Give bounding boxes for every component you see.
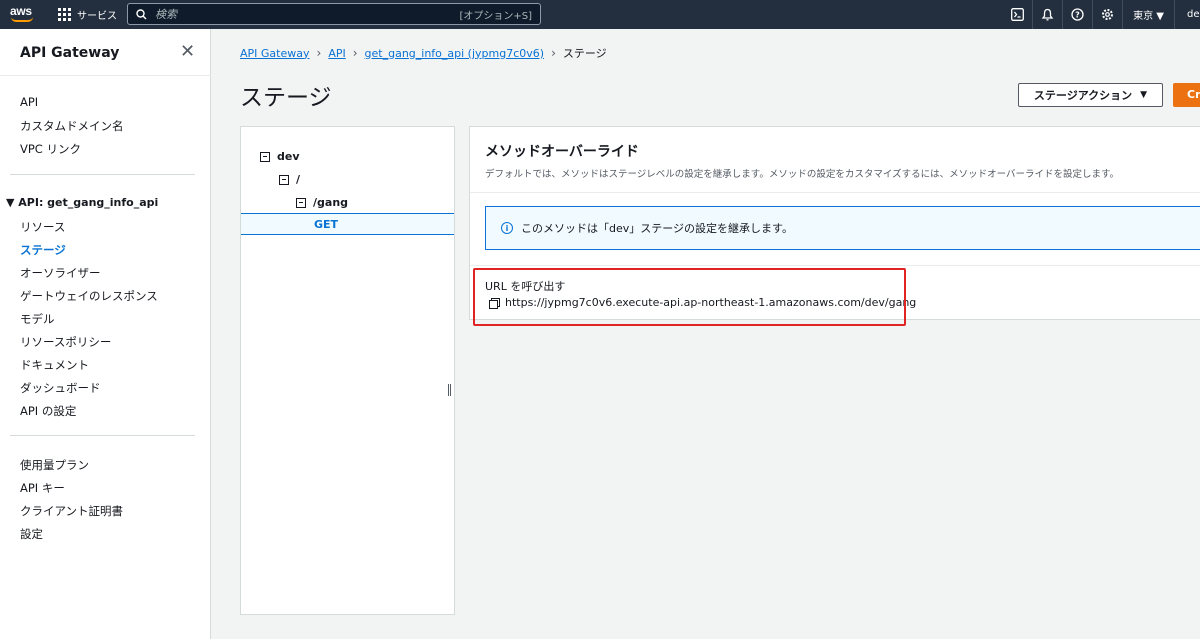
services-menu-button[interactable]: サービス [58, 0, 117, 29]
sidebar-item-resource-policy[interactable]: リソースポリシー [20, 334, 111, 350]
sidebar-title: API Gateway [20, 45, 120, 61]
create-button[interactable]: Cr [1173, 83, 1200, 107]
region-selector[interactable]: 東京 ▼ [1122, 0, 1174, 29]
tree-method-label: GET [314, 218, 339, 231]
aws-logo[interactable]: aws [10, 4, 36, 24]
sidebar-item-resources[interactable]: リソース [20, 219, 65, 235]
sidebar-item-authorizers[interactable]: オーソライザー [20, 265, 101, 281]
nav-right-group: ? 東京 ▼ dev [1002, 0, 1200, 29]
sidebar-item-settings[interactable]: 設定 [20, 526, 43, 542]
collapse-icon[interactable] [296, 197, 306, 208]
cloudshell-icon[interactable] [1002, 0, 1032, 29]
sidebar-divider [0, 75, 211, 76]
info-alert: i このメソッドは「dev」ステージの設定を継承します。 [485, 206, 1200, 250]
sidebar-item-api-keys[interactable]: API キー [20, 480, 65, 496]
bell-icon[interactable] [1032, 0, 1062, 29]
tree-node-root[interactable]: / [279, 173, 300, 186]
account-menu[interactable]: dev [1174, 0, 1200, 29]
top-navigation: aws サービス 検索 [オプション+S] ? 東京 ▼ dev [0, 0, 1200, 29]
sidebar-group-api[interactable]: ▼ API: get_gang_info_api [6, 196, 158, 209]
info-icon: i [501, 222, 513, 234]
sidebar-item-gateway-responses[interactable]: ゲートウェイのレスポンス [20, 288, 158, 304]
sidebar-item-documentation[interactable]: ドキュメント [20, 357, 89, 373]
tree-stage-label: dev [277, 150, 300, 163]
sidebar-item-custom-domain[interactable]: カスタムドメイン名 [20, 118, 124, 134]
close-icon[interactable]: ✕ [180, 41, 195, 62]
tree-root-label: / [296, 173, 301, 186]
panel-title: メソッドオーバーライド [485, 144, 639, 160]
sidebar-item-usage-plans[interactable]: 使用量プラン [20, 457, 89, 473]
panel-resize-handle[interactable] [448, 384, 451, 396]
search-input[interactable]: 検索 [オプション+S] [127, 3, 541, 25]
breadcrumb-api[interactable]: API [328, 47, 345, 60]
sidebar-separator [10, 174, 195, 175]
chevron-right-icon: › [316, 46, 322, 60]
aws-smile-icon [11, 17, 33, 22]
gear-icon[interactable] [1092, 0, 1122, 29]
panel-description: デフォルトでは、メソッドはステージレベルの設定を継承します。メソッドの設定をカス… [485, 169, 1120, 180]
stage-actions-button[interactable]: ステージアクション ▼ [1018, 83, 1163, 107]
sidebar-separator [10, 435, 195, 436]
sidebar-item-client-certificates[interactable]: クライアント証明書 [20, 503, 123, 519]
aws-logo-text: aws [10, 4, 32, 18]
chevron-right-icon: › [551, 46, 556, 60]
services-label: サービス [77, 11, 117, 22]
sidebar-item-api-settings[interactable]: API の設定 [20, 403, 76, 419]
search-shortcut: [オプション+S] [459, 10, 532, 22]
help-icon[interactable]: ? [1062, 0, 1092, 29]
annotation-highlight-box [473, 268, 906, 326]
grid-icon [58, 8, 71, 21]
sidebar-item-dashboard[interactable]: ダッシュボード [20, 380, 101, 396]
tree-node-method-selected[interactable]: GET [241, 213, 454, 235]
sidebar: API Gateway ✕ API カスタムドメイン名 VPC リンク ▼ AP… [0, 29, 211, 639]
stage-actions-label: ステージアクション [1033, 89, 1133, 102]
tree-node-stage[interactable]: dev [260, 150, 300, 163]
chevron-right-icon: › [352, 46, 358, 60]
collapse-icon[interactable] [279, 174, 289, 185]
svg-text:?: ? [1075, 10, 1080, 19]
sidebar-item-models[interactable]: モデル [20, 311, 55, 327]
panel-divider [470, 192, 1200, 193]
search-placeholder: 検索 [155, 8, 177, 21]
panel-divider [470, 265, 1200, 266]
breadcrumb-api-gateway[interactable]: API Gateway [240, 47, 310, 60]
breadcrumb: API Gateway › API › get_gang_info_api (j… [240, 45, 607, 61]
sidebar-item-api[interactable]: API [20, 95, 38, 109]
info-text: このメソッドは「dev」ステージの設定を継承します。 [521, 222, 793, 235]
tree-node-resource[interactable]: /gang [296, 196, 348, 209]
sidebar-item-stages[interactable]: ステージ [20, 242, 66, 258]
sidebar-item-vpc-link[interactable]: VPC リンク [20, 141, 81, 157]
tree-resource-label: /gang [313, 196, 349, 209]
breadcrumb-api-name[interactable]: get_gang_info_api (jypmg7c0v6) [365, 47, 545, 60]
breadcrumb-current: ステージ [562, 47, 607, 60]
caret-down-icon: ▼ [1140, 90, 1148, 100]
page-title: ステージ [240, 85, 332, 111]
search-icon [136, 8, 147, 19]
collapse-icon[interactable] [260, 151, 270, 162]
stage-tree-panel: dev / /gang GET [240, 126, 455, 615]
